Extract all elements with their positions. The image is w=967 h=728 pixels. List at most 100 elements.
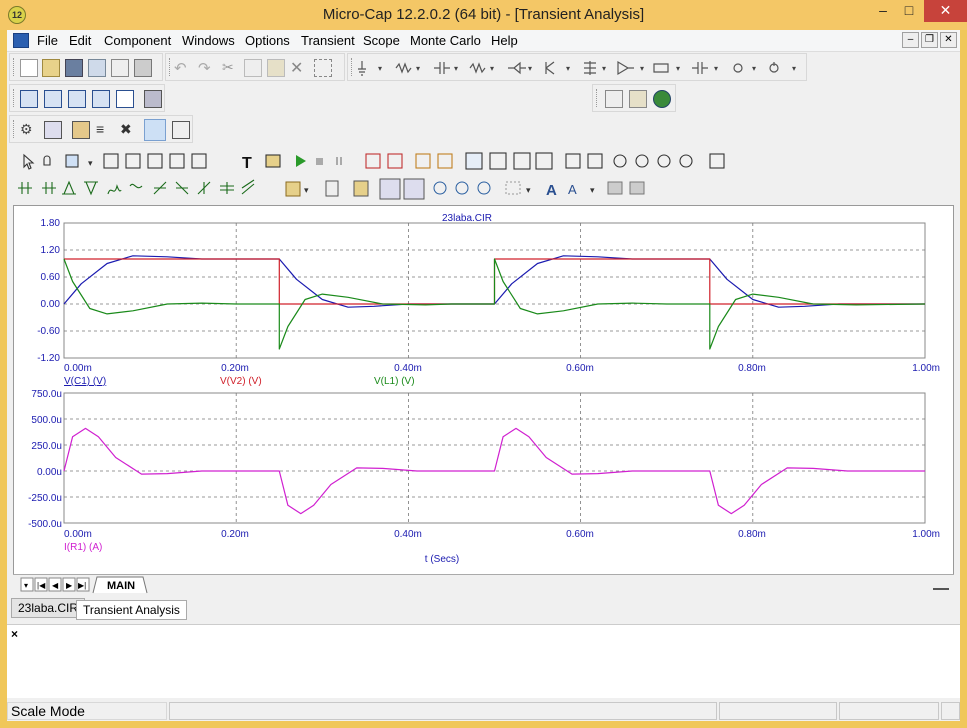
status-bar: Scale Mode <box>7 700 960 721</box>
properties-icon[interactable] <box>72 121 90 139</box>
settings-doc-icon[interactable] <box>629 90 647 108</box>
new-file-icon[interactable] <box>20 59 38 77</box>
sheet-nav-buttons[interactable]: ▾ |◀ ◀ ▶ ▶| <box>20 577 90 592</box>
bottom-x-tick: 0.80m <box>738 529 766 540</box>
menu-edit[interactable]: Edit <box>69 33 91 48</box>
bottom-x-tick: 0.20m <box>221 529 249 540</box>
cascade-icon[interactable] <box>20 90 38 108</box>
window-title: Micro-Cap 12.2.0.2 (64 bit) - [Transient… <box>322 6 645 23</box>
menu-help[interactable]: Help <box>491 33 518 48</box>
svg-text:▾: ▾ <box>640 64 644 73</box>
tile-vertical-icon[interactable] <box>44 90 62 108</box>
top-x-tick: 0.00m <box>64 363 92 374</box>
cut-icon[interactable]: ✂ <box>222 59 240 77</box>
tools-icon[interactable]: ✖ <box>120 121 138 139</box>
plot-toolbar-1-icons[interactable]: ▾ T <box>14 149 742 175</box>
run-icon[interactable]: ⚙ <box>20 121 38 139</box>
top-y-tick: 0.60 <box>41 272 61 283</box>
calculator-icon[interactable] <box>144 90 162 108</box>
sheet-tab-main[interactable]: MAIN <box>107 580 135 592</box>
edit-toolbar: ↶ ↷ ✂ ✕ <box>165 53 345 81</box>
svg-text:A: A <box>568 182 577 197</box>
revert-icon[interactable] <box>88 59 106 77</box>
svg-text:▾: ▾ <box>566 64 570 73</box>
top-plot-series <box>63 255 926 350</box>
svg-text:▾: ▾ <box>24 581 28 590</box>
status-cell <box>719 702 837 720</box>
copy-icon[interactable] <box>244 59 262 77</box>
svg-text:▾: ▾ <box>378 64 382 73</box>
probe-icon[interactable] <box>172 121 190 139</box>
menu-bar: File Edit Component Windows Options Tran… <box>7 30 960 52</box>
doc-tab-circuit[interactable]: 23laba.CIR <box>11 598 86 618</box>
delete-icon[interactable]: ✕ <box>290 58 308 77</box>
open-file-icon[interactable] <box>42 59 60 77</box>
top-x-tick: 1.00m <box>912 363 940 374</box>
save-icon[interactable] <box>65 59 83 77</box>
top-x-tick: 0.20m <box>221 363 249 374</box>
menu-transient[interactable]: Transient <box>301 33 355 48</box>
select-all-icon[interactable] <box>314 59 332 77</box>
maximize-button[interactable]: □ <box>894 0 924 22</box>
menu-options[interactable]: Options <box>245 33 290 48</box>
print-icon[interactable] <box>134 59 152 77</box>
status-cell <box>941 702 960 720</box>
svg-text:▾: ▾ <box>676 64 680 73</box>
top-x-tick: 0.60m <box>566 363 594 374</box>
plot-toolbar-1: ▾ T <box>14 149 742 175</box>
menu-scope[interactable]: Scope <box>363 33 400 48</box>
undo-icon[interactable]: ↶ <box>174 59 192 77</box>
output-pane[interactable]: × <box>7 624 960 698</box>
app-window: 12 Micro-Cap 12.2.0.2 (64 bit) - [Transi… <box>0 0 967 728</box>
plot-title: 23laba.CIR <box>442 213 492 224</box>
component-editor-icon[interactable] <box>44 121 62 139</box>
mdi-close-button[interactable]: ✕ <box>940 32 957 48</box>
svg-text:▾: ▾ <box>490 64 494 73</box>
file-toolbar <box>9 53 163 81</box>
svg-text:▾: ▾ <box>602 64 606 73</box>
menu-monte-carlo[interactable]: Monte Carlo <box>410 33 481 48</box>
status-mode: Scale Mode <box>7 702 167 720</box>
svg-text:▾: ▾ <box>304 185 309 195</box>
notes-icon[interactable] <box>605 90 623 108</box>
tile-horizontal-icon[interactable] <box>68 90 86 108</box>
legend-vc1: V(C1) (V) <box>64 376 106 387</box>
doc-tab-transient[interactable]: Transient Analysis <box>76 600 187 620</box>
component-icons[interactable]: ▾ ▾ ▾ ▾ ▾ ▾ ▾ ▾ ▾ ▾ ▾ ▾ <box>356 59 804 77</box>
svg-text:▾: ▾ <box>454 64 458 73</box>
legend-vl1: V(L1) (V) <box>374 376 415 387</box>
document-icon[interactable] <box>13 33 29 48</box>
title-bar: 12 Micro-Cap 12.2.0.2 (64 bit) - [Transi… <box>0 0 967 30</box>
print-preview-icon[interactable] <box>111 59 129 77</box>
svg-text:▾: ▾ <box>714 64 718 73</box>
menu-component[interactable]: Component <box>104 33 171 48</box>
list-icon[interactable]: ≡ <box>96 121 114 139</box>
bottom-x-tick: 1.00m <box>912 529 940 540</box>
plot-toolbar-2-icons[interactable]: ▾ ▾ A A ▾ <box>14 176 654 202</box>
paste-icon[interactable] <box>267 59 285 77</box>
top-y-axis-labels: 1.80 1.20 0.60 0.00 -0.60 -1.20 <box>37 218 60 364</box>
globe-icon[interactable] <box>653 90 671 108</box>
maximize-window-icon[interactable] <box>116 90 134 108</box>
svg-text:A: A <box>546 182 557 199</box>
transient-plot-icon[interactable] <box>144 119 166 141</box>
transient-plot[interactable]: 23laba.CIR 1.80 1.20 0.60 0.00 -0.60 -1.… <box>14 206 953 574</box>
close-button[interactable]: ✕ <box>924 0 967 22</box>
svg-text:▾: ▾ <box>590 185 595 195</box>
bottom-plot-grid <box>63 392 926 524</box>
svg-text:▾: ▾ <box>88 158 93 168</box>
mdi-minimize-button[interactable]: – <box>902 32 919 48</box>
bottom-y-tick: 0.00u <box>37 467 62 478</box>
top-x-tick: 0.80m <box>738 363 766 374</box>
plot-window[interactable]: 23laba.CIR 1.80 1.20 0.60 0.00 -0.60 -1.… <box>13 205 954 593</box>
svg-text:◀: ◀ <box>52 581 59 590</box>
output-close-icon[interactable]: × <box>11 627 18 641</box>
top-x-axis-labels: 0.00m 0.20m 0.40m 0.60m 0.80m 1.00m <box>64 363 940 374</box>
redo-icon[interactable]: ↷ <box>198 59 216 77</box>
menu-file[interactable]: File <box>37 33 58 48</box>
plot-toolbar-2: ▾ ▾ A A ▾ <box>14 176 654 202</box>
arrange-icon[interactable] <box>92 90 110 108</box>
menu-windows[interactable]: Windows <box>182 33 235 48</box>
mdi-restore-button[interactable]: ❐ <box>921 32 938 48</box>
svg-text:T: T <box>242 155 252 172</box>
